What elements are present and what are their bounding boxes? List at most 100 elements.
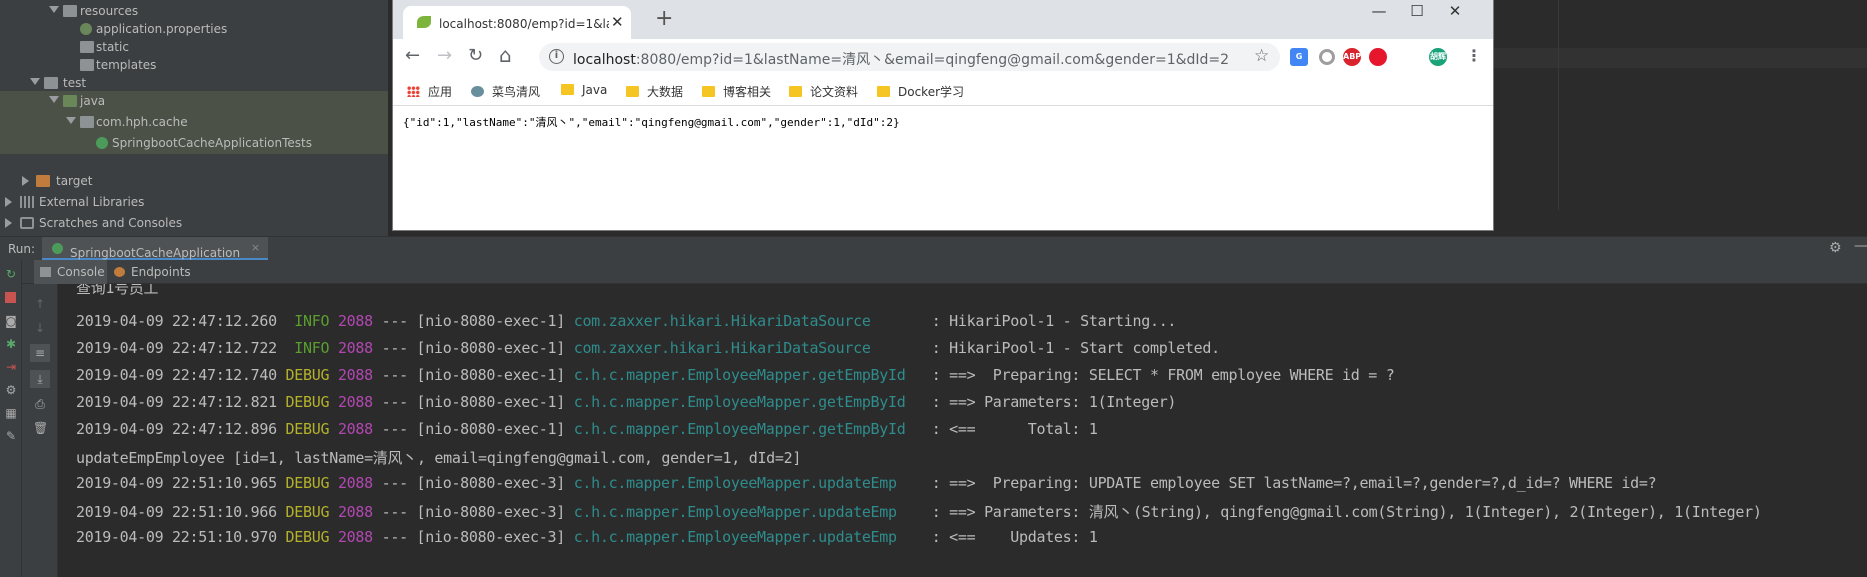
console-output[interactable]: 查询1号员工 2019-04-09 22:47:12.260 INFO 2088…: [58, 284, 1867, 577]
tab-title: localhost:8080/emp?id=1&lastName=清风丶&ema…: [439, 17, 609, 31]
folder-icon: [80, 59, 94, 71]
tree-item-scratches-and-consoles[interactable]: Scratches and Consoles: [0, 213, 388, 234]
info-icon[interactable]: i: [549, 49, 564, 64]
forward-button[interactable]: →: [437, 45, 452, 66]
browser-tab[interactable]: localhost:8080/emp?id=1&lastName=清风丶&ema…: [403, 6, 631, 39]
bookmark-blog[interactable]: 博客相关: [702, 83, 771, 100]
trash-icon[interactable]: 🗑: [33, 422, 48, 434]
browser-toolbar: ← → ↻ ⌂ i localhost:8080/emp?id=1&lastNa…: [393, 39, 1493, 76]
back-button[interactable]: ←: [405, 45, 420, 66]
scroll-up-icon[interactable]: ↑: [33, 298, 47, 310]
close-run-tab-icon[interactable]: ×: [251, 241, 260, 254]
url-text[interactable]: localhost:8080/emp?id=1&lastName=清风丶&ema…: [573, 49, 1229, 69]
run-label: Run:: [8, 242, 36, 256]
bookmark-papers[interactable]: 论文资料: [789, 83, 858, 100]
reload-button[interactable]: ↻: [468, 45, 483, 66]
folder-icon: [789, 86, 802, 97]
apps-grid-icon: [407, 86, 420, 97]
current-line-highlight: [1494, 48, 1867, 68]
folder-icon: [80, 41, 94, 53]
folder-icon: [561, 84, 574, 95]
console-line: 2019-04-09 22:51:10.965 DEBUG 2088 --- […: [76, 474, 1657, 492]
tree-item-com-hph-cache[interactable]: com.hph.cache: [0, 112, 388, 133]
editor-area[interactable]: [1494, 0, 1867, 236]
minimize-window-button[interactable]: —: [1359, 2, 1399, 20]
tree-item-target[interactable]: target: [0, 171, 388, 192]
chevron-right-icon[interactable]: [5, 197, 12, 207]
hide-panel-icon[interactable]: —: [1854, 238, 1867, 254]
chevron-right-icon[interactable]: [5, 218, 12, 228]
tab-strip: localhost:8080/emp?id=1&lastName=清风丶&ema…: [393, 0, 1493, 39]
tree-item-external-libraries[interactable]: External Libraries: [0, 192, 388, 213]
chevron-down-icon[interactable]: [30, 78, 40, 85]
camera-icon[interactable]: ◙: [4, 315, 18, 327]
chevron-down-icon[interactable]: [49, 96, 59, 103]
console-line: 2019-04-09 22:47:12.722 INFO 2088 --- [n…: [76, 339, 1220, 357]
run-config-tab[interactable]: SpringbootCacheApplication ×: [42, 237, 269, 261]
tab-endpoints[interactable]: Endpoints: [110, 260, 191, 284]
layout-icon[interactable]: ▦: [4, 407, 18, 419]
address-bar[interactable]: i localhost:8080/emp?id=1&lastName=清风丶&e…: [539, 43, 1280, 71]
package-icon: [80, 116, 94, 128]
console-line: 2019-04-09 22:47:12.821 DEBUG 2088 --- […: [76, 393, 1177, 411]
console-line-partial: 查询1号员工: [76, 284, 159, 297]
exit-icon[interactable]: ⇥: [4, 361, 18, 373]
spring-class-icon: [96, 137, 108, 149]
leaf-file-icon: [80, 23, 92, 35]
folder-icon: [877, 86, 890, 97]
settings-icon[interactable]: ⚙: [4, 384, 18, 396]
folder-icon: [63, 5, 77, 17]
bookmark-docker[interactable]: Docker学习: [877, 83, 964, 100]
bookmark-apps[interactable]: 应用: [407, 83, 452, 100]
debug-icon[interactable]: ✱: [4, 338, 18, 350]
close-window-button[interactable]: ✕: [1435, 2, 1475, 20]
bookmark-bigdata[interactable]: 大数据: [626, 83, 683, 100]
bookmark-runoob[interactable]: 菜鸟清风: [471, 83, 540, 100]
bookmarks-bar: 应用 菜鸟清风 Java 大数据 博客相关 论文资料 Docker学习: [393, 76, 1493, 106]
pin-icon[interactable]: ✎: [4, 430, 18, 442]
rerun-icon[interactable]: ↻: [4, 268, 18, 280]
source-folder-icon: [63, 95, 77, 107]
console-tool-strip: ↑ ↓ ≡ ⤓ ⎙ 🗑: [22, 284, 58, 577]
gear-icon[interactable]: ⚙: [1829, 240, 1842, 256]
folder-icon: [44, 77, 58, 89]
chevron-down-icon[interactable]: [66, 117, 76, 124]
browser-menu-icon[interactable]: ⋮: [1466, 46, 1482, 65]
new-tab-button[interactable]: +: [655, 6, 673, 31]
library-icon: [20, 196, 34, 208]
scroll-to-end-icon[interactable]: ⤓: [30, 370, 50, 388]
bookmark-java[interactable]: Java: [561, 83, 607, 97]
profile-avatar[interactable]: 胡辉: [1429, 48, 1447, 66]
scroll-down-icon[interactable]: ↓: [33, 322, 47, 334]
weibo-icon[interactable]: [1369, 48, 1387, 66]
extension-circle-icon[interactable]: [1319, 49, 1335, 65]
tab-close-icon[interactable]: ✕: [611, 13, 624, 31]
folder-icon: [626, 86, 639, 97]
console-line: 2019-04-09 22:51:10.970 DEBUG 2088 --- […: [76, 528, 1098, 546]
home-button[interactable]: ⌂: [499, 43, 512, 67]
translate-extension-icon[interactable]: G: [1290, 48, 1308, 66]
left-tool-strip: ↻ ◙ ✱ ⇥ ⚙ ▦ ✎: [0, 260, 22, 577]
tab-console[interactable]: Console: [34, 260, 107, 284]
browser-window: localhost:8080/emp?id=1&lastName=清风丶&ema…: [392, 0, 1494, 231]
console-line: 2019-04-09 22:47:12.896 DEBUG 2088 --- […: [76, 420, 1098, 438]
stop-icon[interactable]: [5, 292, 16, 303]
print-icon[interactable]: ⎙: [33, 398, 47, 410]
project-tree: resources application.properties static …: [0, 0, 388, 236]
right-margin-guide: [1558, 0, 1559, 210]
chevron-down-icon[interactable]: [49, 6, 59, 13]
folder-icon: [36, 175, 50, 187]
adblock-icon[interactable]: ABP: [1343, 48, 1361, 66]
maximize-window-button[interactable]: ☐: [1397, 2, 1437, 20]
soft-wrap-icon[interactable]: ≡: [30, 344, 50, 362]
tree-item-java[interactable]: java: [0, 91, 388, 112]
bookmark-star-icon[interactable]: ☆: [1254, 46, 1269, 66]
spring-boot-icon: [52, 243, 63, 254]
console-line: 2019-04-09 22:51:10.966 DEBUG 2088 --- […: [76, 503, 1762, 521]
console-icon: [40, 267, 51, 277]
folder-icon: [702, 86, 715, 97]
chevron-right-icon[interactable]: [22, 176, 29, 186]
console-line: 2019-04-09 22:47:12.740 DEBUG 2088 --- […: [76, 366, 1395, 384]
endpoints-icon: [114, 267, 125, 277]
tree-item-springboot-cache-application-tests[interactable]: SpringbootCacheApplicationTests: [0, 133, 388, 154]
